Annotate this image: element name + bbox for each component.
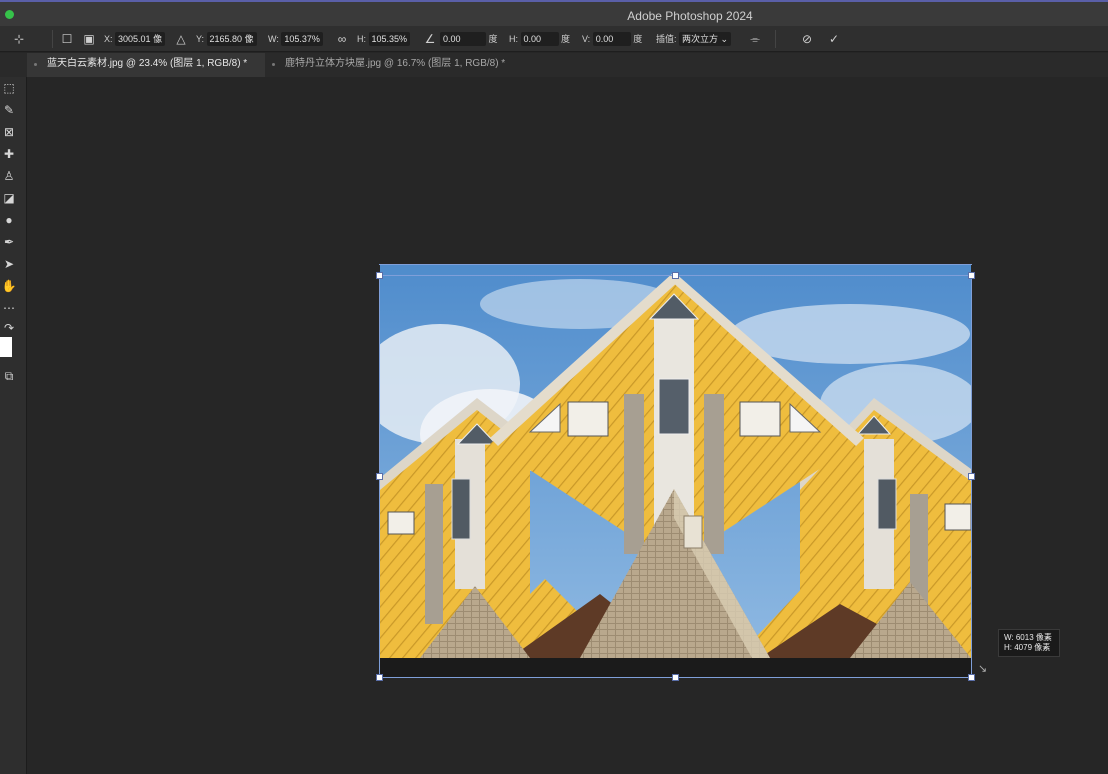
resize-cursor-icon: ↘ [978, 663, 988, 675]
skew-v-field[interactable]: V: 0.00 度 [582, 31, 642, 47]
h-input[interactable]: 105.35% [368, 32, 411, 46]
handle-top-center[interactable] [672, 272, 679, 279]
link-icon[interactable]: ∞ [335, 32, 349, 46]
photo-artwork [380, 264, 971, 658]
reference-point-toggle[interactable]: ☐ [60, 32, 74, 46]
interpolation-field[interactable]: 插值: 两次立方 ⌄ [656, 31, 732, 47]
marquee-tool-icon[interactable]: ⬚ [0, 79, 18, 97]
handle-top-left[interactable] [376, 272, 383, 279]
w-input[interactable]: 105.37% [281, 32, 323, 46]
swap-colors-icon[interactable]: ↷ [0, 319, 18, 337]
frame-tool-icon[interactable]: ⊠ [0, 123, 18, 141]
foreground-color-swatch[interactable] [0, 337, 12, 357]
handle-bottom-left[interactable] [376, 674, 383, 681]
options-bar: ⊹ ☐ ▣ X: 3005.01 像 △ Y: 2165.80 像 W: 105… [0, 26, 1108, 52]
skew-h-input[interactable]: 0.00 [520, 32, 559, 46]
x-field[interactable]: X: 3005.01 像 [104, 31, 166, 47]
handle-bottom-right[interactable] [968, 674, 975, 681]
stamp-tool-icon[interactable]: ♙ [0, 167, 18, 185]
handle-middle-right[interactable] [968, 473, 975, 480]
path-select-tool-icon[interactable]: ➤ [0, 255, 18, 273]
more-tools-icon[interactable]: ⋯ [0, 299, 18, 317]
interpolation-select[interactable]: 两次立方 ⌄ [679, 32, 732, 46]
size-tooltip: W: 6013 像素 H: 4079 像素 [998, 629, 1060, 657]
cancel-transform-icon[interactable]: ⊘ [800, 32, 814, 46]
document-tabs: 蓝天白云素材.jpg @ 23.4% (图层 1, RGB/8) * 鹿特丹立体… [0, 53, 1108, 77]
handle-top-right[interactable] [968, 272, 975, 279]
skew-v-input[interactable]: 0.00 [592, 32, 631, 46]
tooltip-width: W: 6013 像素 [1004, 633, 1052, 642]
tab-cube-houses[interactable]: 鹿特丹立体方块屋.jpg @ 16.7% (图层 1, RGB/8) * [265, 53, 555, 77]
angle-icon: ∠ [424, 32, 436, 46]
healing-brush-tool-icon[interactable]: ✚ [0, 145, 18, 163]
x-input[interactable]: 3005.01 像 [115, 32, 166, 46]
cube-houses-photo[interactable] [380, 264, 971, 658]
y-field[interactable]: Y: 2165.80 像 [196, 31, 257, 47]
y-input[interactable]: 2165.80 像 [206, 32, 257, 46]
pen-tool-icon[interactable]: ✒ [0, 233, 18, 251]
window-title: Adobe Photoshop 2024 [627, 9, 753, 23]
h-field[interactable]: H: 105.35% [357, 31, 411, 47]
tools-panel: ⬚ ✎ ⊠ ✚ ♙ ◪ ● ✒ ➤ ✋ ⋯ ↷ ⧉ [0, 77, 27, 774]
skew-h-field[interactable]: H: 0.00 度 [509, 31, 570, 47]
commit-transform-icon[interactable]: ✓ [827, 32, 841, 46]
reference-point-grid-icon[interactable]: ▣ [82, 32, 96, 46]
relative-position-icon[interactable]: △ [174, 32, 188, 46]
angle-input[interactable]: 0.00 [440, 32, 486, 46]
handle-middle-left[interactable] [376, 473, 383, 480]
eraser-tool-icon[interactable]: ◪ [0, 189, 18, 207]
handle-bottom-center[interactable] [672, 674, 679, 681]
w-field[interactable]: W: 105.37% [268, 31, 323, 47]
warp-icon[interactable]: ⌯ [748, 32, 762, 46]
hand-tool-icon[interactable]: ✋ [0, 277, 18, 295]
tab-blue-sky[interactable]: 蓝天白云素材.jpg @ 23.4% (图层 1, RGB/8) * [27, 53, 265, 77]
screen-mode-icon[interactable]: ⧉ [0, 367, 18, 385]
title-bar: Adobe Photoshop 2024 [0, 0, 1108, 26]
angle-field[interactable]: 0.00 度 [440, 31, 498, 47]
blur-tool-icon[interactable]: ● [0, 211, 18, 229]
transform-tool-icon: ⊹ [13, 32, 25, 46]
tooltip-height: H: 4079 像素 [1004, 643, 1051, 652]
quick-select-tool-icon[interactable]: ✎ [0, 101, 18, 119]
